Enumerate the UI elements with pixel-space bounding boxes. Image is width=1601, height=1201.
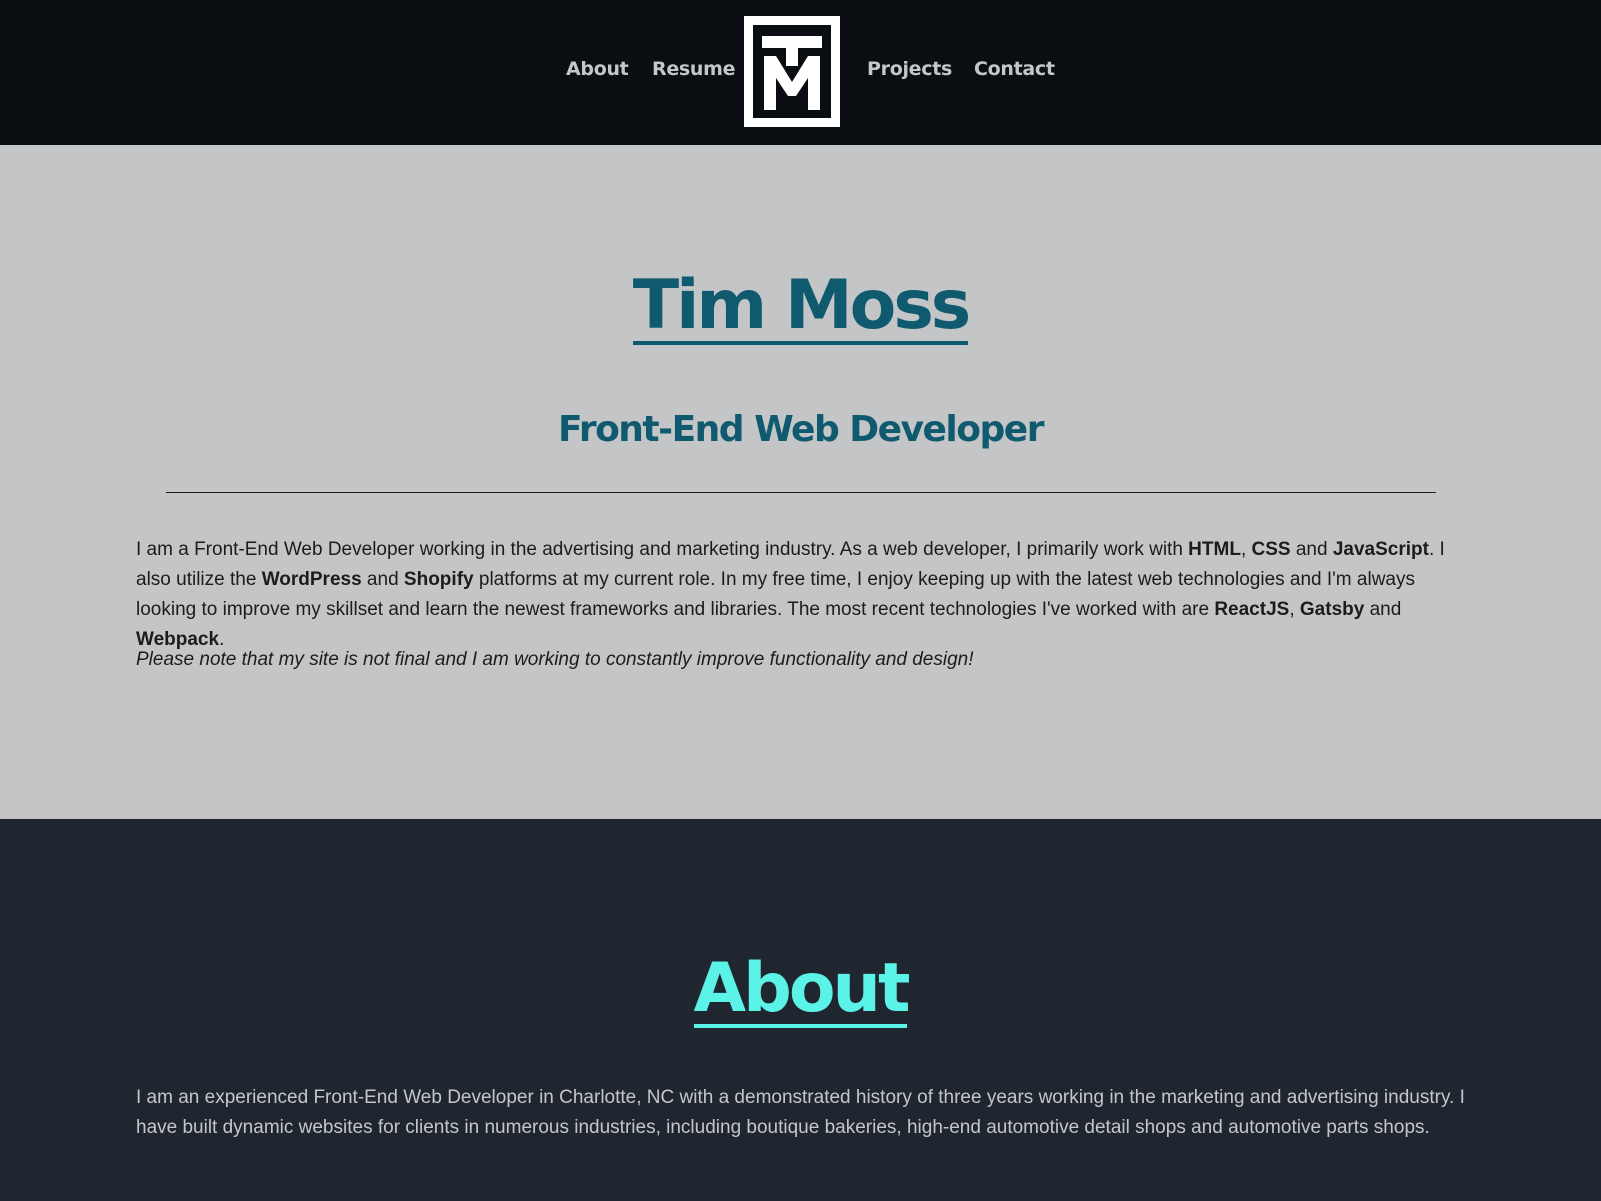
top-navigation: About Resume Projects Contact xyxy=(0,0,1601,145)
skill-gatsby: Gatsby xyxy=(1299,599,1365,620)
skill-shopify: Shopify xyxy=(403,569,474,590)
hero-intro-paragraph: I am a Front-End Web Developer working i… xyxy=(136,535,1466,655)
intro-and-2: and xyxy=(361,569,404,590)
hero-section xyxy=(0,145,1601,819)
tm-logo-icon[interactable] xyxy=(744,16,840,127)
intro-sep-1: , xyxy=(1240,539,1252,560)
hero-note: Please note that my site is not final an… xyxy=(136,649,974,670)
about-title-text: About xyxy=(693,949,910,1028)
intro-and-1: and xyxy=(1290,539,1333,560)
skill-reactjs: ReactJS xyxy=(1214,599,1290,620)
nav-link-about[interactable]: About xyxy=(566,58,629,80)
skill-javascript: JavaScript xyxy=(1332,539,1429,560)
nav-link-projects[interactable]: Projects xyxy=(867,58,952,80)
skill-html: HTML xyxy=(1188,539,1241,560)
about-title: About xyxy=(0,955,1601,1028)
hero-title: Tim Moss xyxy=(0,272,1601,345)
about-paragraph: I am an experienced Front-End Web Develo… xyxy=(136,1087,1465,1138)
skill-wordpress: WordPress xyxy=(261,569,362,590)
intro-sep-2: , xyxy=(1289,599,1300,620)
hero-subtitle: Front-End Web Developer xyxy=(558,409,1044,450)
skill-css: CSS xyxy=(1251,539,1291,560)
intro-and-3: and xyxy=(1364,599,1402,620)
nav-link-resume[interactable]: Resume xyxy=(652,58,736,80)
intro-text-1: I am a Front-End Web Developer working i… xyxy=(136,539,1189,560)
hero-divider xyxy=(166,492,1436,493)
nav-link-contact[interactable]: Contact xyxy=(974,58,1055,80)
hero-title-text: Tim Moss xyxy=(632,266,971,345)
